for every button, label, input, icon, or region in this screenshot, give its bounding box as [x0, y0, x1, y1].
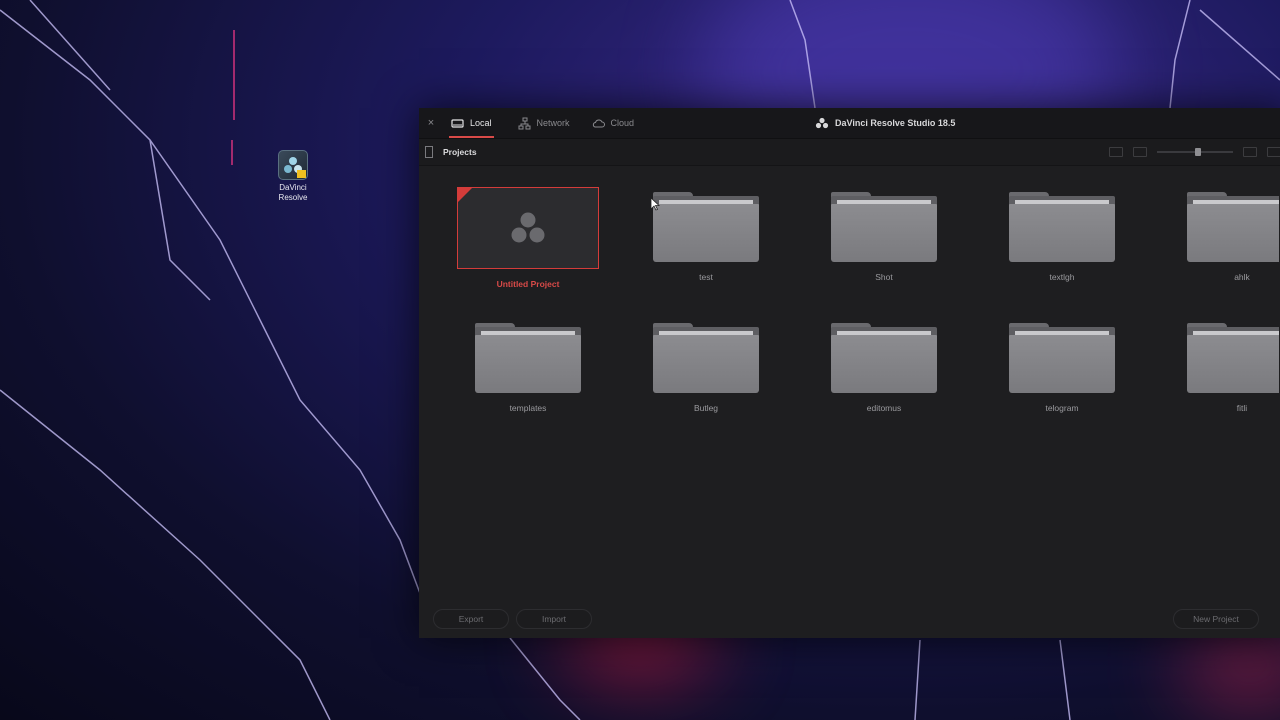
grid-view-icon[interactable]: [1243, 147, 1257, 157]
desktop-icon-label-line1: DaVinci: [279, 183, 307, 192]
davinci-resolve-shortcut-icon: [278, 150, 308, 180]
projects-title: Projects: [443, 147, 477, 157]
folder-name: textlgh: [1049, 272, 1075, 282]
tab-network-label: Network: [536, 118, 570, 128]
search-icon[interactable]: [1267, 147, 1280, 157]
panel-toggle-icon[interactable]: [425, 146, 433, 158]
resolve-project-icon: [511, 212, 545, 243]
tab-cloud-label: Cloud: [610, 118, 635, 128]
folder-icon: [831, 323, 937, 393]
project-thumbnail[interactable]: [457, 187, 599, 269]
list-view-icon[interactable]: [1133, 147, 1147, 157]
folder-name: editomus: [866, 403, 902, 413]
window-titlebar: × Local Network Cloud DaVinci Resolve St…: [419, 108, 1280, 139]
folder-tile[interactable]: ahlk: [1169, 187, 1279, 282]
cloud-icon: [592, 119, 605, 127]
folder-tile[interactable]: Shot: [813, 187, 955, 282]
thumbnail-zoom-slider[interactable]: [1157, 148, 1233, 156]
folder-icon: [1009, 323, 1115, 393]
desktop-shortcut-davinci-resolve[interactable]: DaVinci Resolve: [268, 150, 318, 203]
folder-name: templates: [509, 403, 547, 413]
davinci-logo-icon: [815, 117, 829, 129]
sort-icon[interactable]: [1109, 147, 1123, 157]
folder-icon: [475, 323, 581, 393]
network-icon: [518, 117, 531, 129]
drive-icon: [451, 118, 464, 128]
folder-name: Shot: [875, 272, 893, 282]
app-title: DaVinci Resolve Studio 18.5: [815, 108, 955, 138]
folder-icon: [1009, 192, 1115, 262]
desktop-icon-label-line2: Resolve: [278, 193, 308, 202]
app-title-text: DaVinci Resolve Studio 18.5: [835, 118, 956, 128]
projects-subbar: Projects: [419, 139, 1280, 166]
folder-tile[interactable]: telogram: [991, 318, 1133, 413]
folder-icon: [831, 192, 937, 262]
folder-name: Butleg: [693, 403, 719, 413]
folder-icon: [653, 323, 759, 393]
project-name: Untitled Project: [496, 279, 560, 289]
tab-local-label: Local: [470, 118, 492, 128]
tab-network[interactable]: Network: [510, 108, 578, 138]
import-button[interactable]: Import: [516, 609, 592, 629]
selected-badge-icon: [458, 188, 472, 202]
folder-name: test: [699, 272, 713, 282]
view-toolbar: [1109, 139, 1280, 165]
zoom-slider-knob[interactable]: [1195, 148, 1201, 156]
project-tile[interactable]: Untitled Project: [457, 187, 599, 289]
folder-tile[interactable]: fitli: [1169, 318, 1279, 413]
folder-tile[interactable]: Butleg: [635, 318, 777, 413]
folder-icon: [653, 192, 759, 262]
mouse-cursor-icon: [650, 197, 660, 211]
tab-local[interactable]: Local: [443, 108, 500, 138]
folder-name: ahlk: [1234, 272, 1250, 282]
close-button[interactable]: ×: [419, 117, 443, 129]
folder-icon: [1187, 323, 1279, 393]
bottom-bar: Export Import New Project: [419, 602, 1280, 638]
folder-tile[interactable]: templates: [457, 318, 599, 413]
folder-tile[interactable]: editomus: [813, 318, 955, 413]
folder-name: telogram: [1045, 403, 1079, 413]
folder-tile[interactable]: textlgh: [991, 187, 1133, 282]
folder-name: fitli: [1236, 403, 1248, 413]
folder-icon: [1187, 192, 1279, 262]
new-project-button[interactable]: New Project: [1173, 609, 1259, 629]
export-button[interactable]: Export: [433, 609, 509, 629]
project-manager-window: × Local Network Cloud DaVinci Resolve St…: [419, 108, 1280, 638]
tab-cloud[interactable]: Cloud: [584, 108, 643, 138]
